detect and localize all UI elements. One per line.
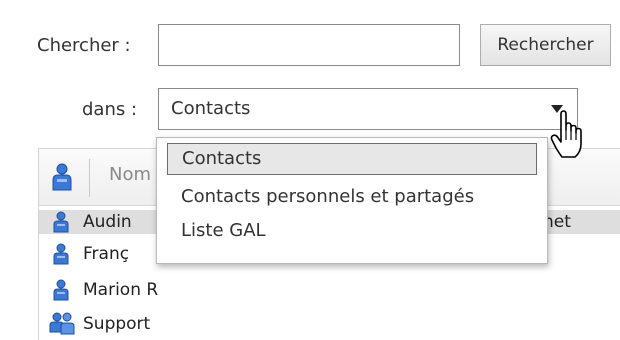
group-icon xyxy=(49,312,75,340)
list-item[interactable]: Marion R xyxy=(39,278,620,302)
contact-name: Support xyxy=(83,314,151,334)
search-button[interactable]: Rechercher xyxy=(480,24,611,66)
list-item[interactable]: Support xyxy=(39,312,620,336)
search-input[interactable] xyxy=(158,24,460,66)
dropdown-option-contacts[interactable]: Contacts xyxy=(167,143,537,175)
person-icon xyxy=(52,279,70,305)
dropdown-option-personal-shared[interactable]: Contacts personnels et partagés xyxy=(167,182,537,214)
column-header-name[interactable]: Nom xyxy=(109,164,151,185)
contact-name: Marion R xyxy=(83,280,159,300)
person-icon xyxy=(52,211,70,237)
header-divider xyxy=(89,159,90,197)
dropdown-option-gal[interactable]: Liste GAL xyxy=(167,216,537,248)
scope-label: dans : xyxy=(82,99,138,120)
contact-name: Audin xyxy=(83,212,132,232)
person-column-icon[interactable] xyxy=(51,163,73,195)
contact-name: Franç xyxy=(83,244,130,264)
scope-dropdown-menu: Contacts Contacts personnels et partagés… xyxy=(156,137,548,264)
scope-select[interactable]: Contacts xyxy=(158,88,578,130)
person-icon xyxy=(52,243,70,269)
search-label: Chercher : xyxy=(37,35,131,56)
hand-pointer-icon xyxy=(550,110,584,164)
scope-selected-value: Contacts xyxy=(171,98,251,119)
